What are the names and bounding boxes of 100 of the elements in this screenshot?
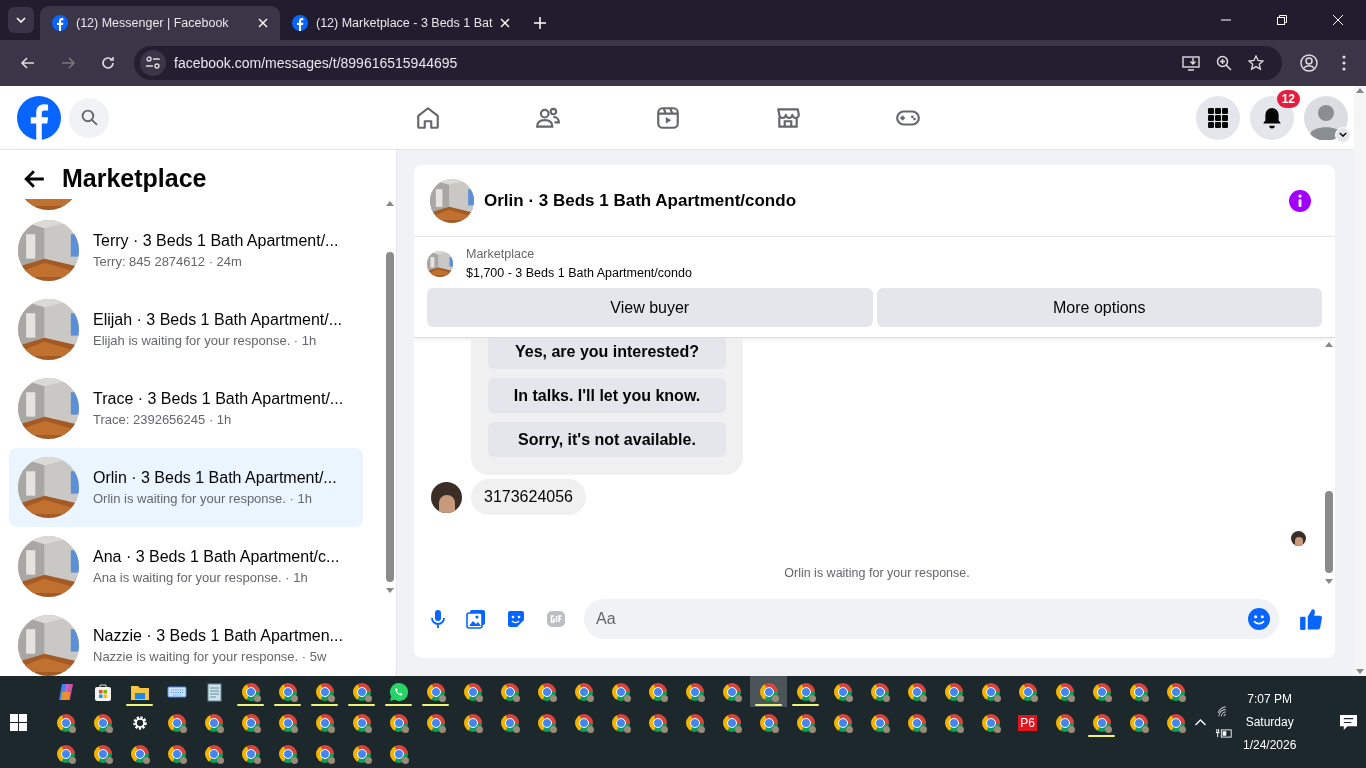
chrome-icon[interactable] — [352, 744, 371, 763]
chrome-icon[interactable] — [759, 713, 778, 732]
message-field[interactable]: Aa — [584, 599, 1279, 639]
chrome-icon[interactable] — [167, 744, 186, 763]
action-button[interactable]: More options — [876, 288, 1322, 327]
site-settings-icon[interactable] — [140, 50, 166, 76]
conversation-item[interactable]: Ana · 3 Beds 1 Bath Apartment/c... Ana is waiting for your response. · 1h — [9, 527, 363, 606]
restore-icon[interactable] — [1277, 15, 1287, 25]
chrome-icon[interactable] — [611, 713, 630, 732]
chrome-icon[interactable] — [315, 713, 334, 732]
scroll-down-icon[interactable] — [386, 588, 394, 593]
scroll-thumb[interactable] — [1325, 491, 1333, 573]
chrome-icon[interactable] — [463, 713, 482, 732]
quick-reply-button[interactable]: In talks. I'll let you know. — [488, 378, 726, 413]
scroll-up-icon[interactable] — [1356, 88, 1364, 93]
back-icon[interactable] — [20, 55, 36, 71]
chrome-icon[interactable] — [167, 713, 186, 732]
scroll-thumb[interactable] — [386, 252, 394, 582]
chrome-icon[interactable] — [981, 713, 1000, 732]
forward-icon[interactable] — [60, 55, 76, 71]
quick-reply-button[interactable]: Sorry, it's not available. — [488, 422, 726, 457]
chrome-icon[interactable] — [1129, 682, 1148, 701]
chrome-icon[interactable] — [648, 682, 667, 701]
browser-tab[interactable]: (12) Marketplace - 3 Beds 1 Bat — [280, 6, 523, 40]
microphone-icon[interactable] — [430, 609, 446, 629]
chrome-icon[interactable] — [278, 682, 297, 701]
chrome-icon[interactable] — [759, 682, 778, 701]
zoom-icon[interactable] — [1216, 55, 1232, 71]
chrome-icon[interactable] — [833, 713, 852, 732]
chrome-icon[interactable] — [56, 744, 75, 763]
scroll-down-icon[interactable] — [1325, 579, 1333, 584]
conversation-item[interactable]: Orlin · 3 Beds 1 Bath Apartment/... Orlin is waiting for your response. · 1h — [9, 448, 363, 527]
conversation-item[interactable]: Elijah · 3 Beds 1 Bath Apartment/... Elijah is waiting for your response. · 1h — [9, 290, 363, 369]
install-app-icon[interactable] — [1182, 55, 1200, 71]
settings-icon[interactable] — [130, 713, 149, 732]
chrome-icon[interactable] — [981, 682, 1000, 701]
reload-icon[interactable] — [100, 55, 116, 71]
bookmark-star-icon[interactable] — [1248, 55, 1264, 71]
scroll-up-icon[interactable] — [1325, 342, 1333, 347]
chevron-up-icon[interactable] — [1194, 718, 1207, 726]
menu-button[interactable] — [1196, 95, 1240, 140]
chrome-icon[interactable] — [870, 682, 889, 701]
new-tab-icon[interactable] — [534, 17, 547, 29]
browser-tab[interactable]: (12) Messenger | Facebook — [40, 6, 280, 40]
chrome-icon[interactable] — [352, 713, 371, 732]
conversation-item[interactable]: Trace · 3 Beds 1 Bath Apartment/... Trace: 2392656245 · 1h — [9, 369, 363, 448]
chrome-icon[interactable] — [278, 713, 297, 732]
chrome-icon[interactable] — [1092, 713, 1111, 732]
chrome-icon[interactable] — [1129, 713, 1148, 732]
chrome-icon[interactable] — [352, 682, 371, 701]
chrome-icon[interactable] — [389, 713, 408, 732]
windows-icon[interactable] — [10, 713, 27, 731]
chrome-icon[interactable] — [56, 713, 75, 732]
chrome-icon[interactable] — [722, 682, 741, 701]
chrome-icon[interactable] — [93, 713, 112, 732]
notifications-button[interactable] — [1250, 95, 1294, 140]
chrome-icon[interactable] — [796, 682, 815, 701]
chrome-icon[interactable] — [944, 713, 963, 732]
notification-center-icon[interactable] — [1339, 713, 1358, 731]
scroll-up-icon[interactable] — [386, 201, 394, 206]
chrome-icon[interactable] — [463, 682, 482, 701]
home-icon[interactable] — [415, 104, 441, 131]
chrome-icon[interactable] — [315, 682, 334, 701]
chrome-icon[interactable] — [685, 682, 704, 701]
quick-reply-button[interactable]: Yes, are you interested? — [488, 338, 726, 369]
chrome-icon[interactable] — [574, 713, 593, 732]
chrome-icon[interactable] — [315, 744, 334, 763]
search-button[interactable] — [69, 97, 109, 138]
sticker-icon[interactable] — [506, 609, 526, 629]
chrome-icon[interactable] — [574, 682, 593, 701]
action-button[interactable]: View buyer — [427, 288, 873, 327]
close-icon[interactable] — [258, 18, 268, 28]
whatsapp-icon[interactable] — [388, 681, 409, 702]
chrome-icon[interactable] — [1166, 713, 1185, 732]
chrome-icon[interactable] — [204, 744, 223, 763]
chrome-icon[interactable] — [1018, 682, 1037, 701]
battery-icon[interactable] — [1215, 727, 1233, 739]
menu-icon[interactable] — [1342, 55, 1346, 71]
chrome-icon[interactable] — [1055, 713, 1074, 732]
chrome-icon[interactable] — [500, 713, 519, 732]
chrome-icon[interactable] — [685, 713, 704, 732]
video-icon[interactable] — [655, 104, 681, 131]
chrome-icon[interactable] — [537, 713, 556, 732]
chrome-icon[interactable] — [241, 682, 260, 701]
chrome-icon[interactable] — [833, 682, 852, 701]
chrome-icon[interactable] — [1166, 682, 1185, 701]
chrome-icon[interactable] — [204, 713, 223, 732]
thumbs-up-icon[interactable] — [1299, 607, 1323, 631]
conversation-item[interactable]: Nazzie · 3 Beds 1 Bath Apartmen... Nazzie is waiting for your response. · 5w — [9, 606, 363, 676]
address-bar[interactable]: facebook.com/messages/t/899616515944695 — [134, 46, 1282, 80]
chrome-icon[interactable] — [426, 682, 445, 701]
facebook-logo[interactable] — [17, 95, 61, 140]
chrome-icon[interactable] — [1092, 682, 1111, 701]
profile-icon[interactable] — [1300, 54, 1318, 72]
chrome-icon[interactable] — [500, 682, 519, 701]
chrome-icon[interactable] — [648, 713, 667, 732]
chrome-icon[interactable] — [907, 713, 926, 732]
close-icon[interactable] — [1333, 15, 1343, 25]
chrome-icon[interactable] — [944, 682, 963, 701]
scroll-down-icon[interactable] — [1356, 669, 1364, 674]
